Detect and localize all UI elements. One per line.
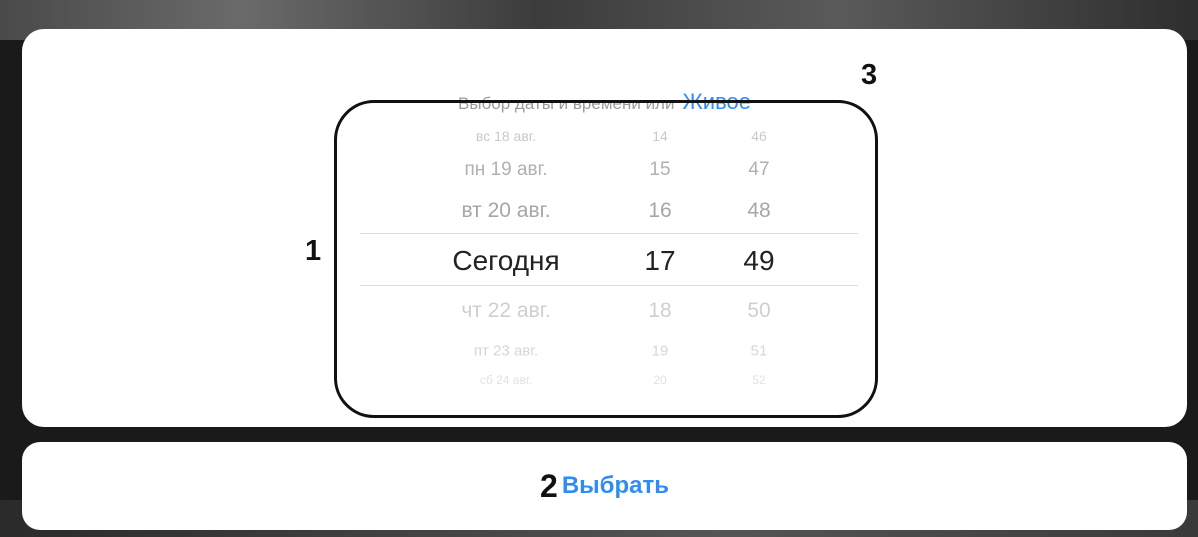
select-sheet: 2 Выбрать <box>22 442 1187 530</box>
callout-2: 2 <box>540 468 558 504</box>
select-row: 2 Выбрать <box>22 442 1187 530</box>
picker-callout-frame <box>334 100 878 418</box>
callout-1: 1 <box>305 235 322 267</box>
callout-3: 3 <box>861 59 878 91</box>
select-button[interactable]: Выбрать <box>562 472 669 500</box>
